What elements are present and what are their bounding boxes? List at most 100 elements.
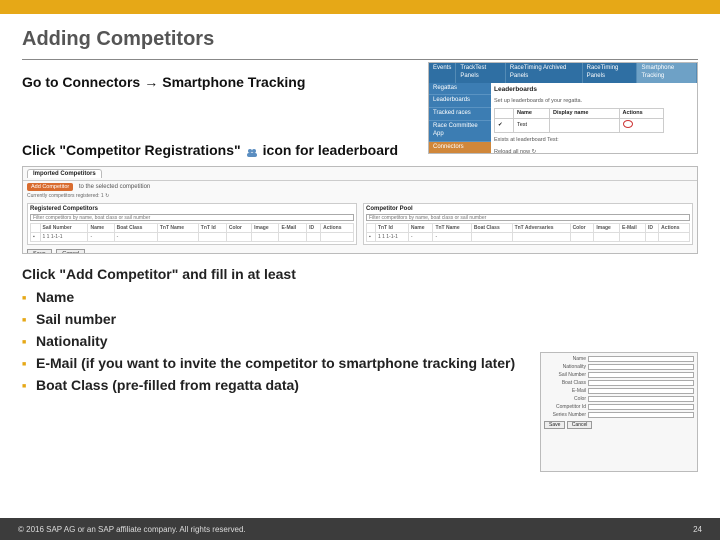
- form-cancel-button[interactable]: Cancel: [567, 421, 593, 429]
- panel-table-left: Sail Number Name Boat Class TnT Name TnT…: [30, 223, 354, 242]
- step1-suffix: Smartphone Tracking: [162, 74, 305, 90]
- series-number-field[interactable]: [588, 412, 694, 418]
- th: Actions: [321, 224, 354, 233]
- td: [252, 233, 279, 242]
- th: TnT Id: [375, 224, 408, 233]
- shot1-tab: RaceTiming Panels: [583, 63, 638, 83]
- sidebar-item: Tracked races: [429, 108, 491, 121]
- td: [321, 233, 354, 242]
- filter-input-right[interactable]: [366, 214, 690, 221]
- td: [570, 233, 594, 242]
- copyright-text: © 2016 SAP AG or an SAP affiliate compan…: [18, 525, 246, 534]
- th: Actions: [619, 109, 664, 119]
- form-label: Series Number: [544, 412, 586, 418]
- form-label: Nationality: [544, 364, 586, 370]
- sail-number-field[interactable]: [588, 372, 694, 378]
- competitor-id-field[interactable]: [588, 404, 694, 410]
- email-field[interactable]: [588, 388, 694, 394]
- screenshot-registrations: Imported Competitors Add Competitor to t…: [22, 166, 698, 254]
- shot2-note: Currently competitors registered: 1 ↻: [23, 193, 697, 201]
- step2-prefix: Click "Competitor Registrations": [22, 142, 241, 158]
- shot2-tab-active: Imported Competitors: [27, 169, 102, 178]
- td: -: [433, 233, 471, 242]
- save-button[interactable]: Save: [27, 249, 52, 254]
- td: [279, 233, 307, 242]
- td: [226, 233, 251, 242]
- th: E-Mail: [620, 224, 646, 233]
- screenshot-connectors: Events TrackTest Panels RaceTiming Archi…: [428, 62, 698, 154]
- th: Boat Class: [114, 224, 157, 233]
- th: Image: [594, 224, 620, 233]
- panel-title: Registered Competitors: [30, 206, 354, 212]
- table-row: ✔ Test: [495, 119, 664, 133]
- form-label: Competitor Id: [544, 404, 586, 410]
- td: [594, 233, 620, 242]
- page-title: Adding Competitors: [22, 28, 698, 51]
- sidebar-item: Race Committee App: [429, 121, 491, 142]
- th: Name: [88, 224, 114, 233]
- td: ✔: [495, 119, 514, 133]
- step3-text: Click "Add Competitor" and fill in at le…: [22, 266, 698, 282]
- th: E-Mail: [279, 224, 307, 233]
- shot1-table: Name Display name Actions ✔ Test: [494, 108, 664, 133]
- add-competitor-button[interactable]: Add Competitor: [27, 183, 73, 191]
- th: Sail Number: [40, 224, 88, 233]
- shot1-reload: Reload all now ↻: [494, 149, 694, 154]
- arrow-icon: →: [144, 74, 158, 90]
- panel-table-right: TnT Id Name TnT Name Boat Class TnT Adve…: [366, 223, 690, 242]
- td: [157, 233, 198, 242]
- th: [367, 224, 376, 233]
- color-field[interactable]: [588, 396, 694, 402]
- shot1-tabs: Events TrackTest Panels RaceTiming Archi…: [429, 63, 697, 83]
- td: -: [408, 233, 433, 242]
- td: [471, 233, 512, 242]
- shot1-subline: Set up leaderboards of your regatta.: [494, 98, 694, 105]
- form-label: Color: [544, 396, 586, 402]
- sidebar-item-connectors: Connectors: [429, 142, 491, 154]
- name-field[interactable]: [588, 356, 694, 362]
- sidebar-item: Leaderboards: [429, 95, 491, 108]
- filter-input-left[interactable]: [30, 214, 354, 221]
- sidebar-item: Regattas: [429, 83, 491, 96]
- panel-registered: Registered Competitors Sail Number Name …: [27, 203, 357, 245]
- nationality-field[interactable]: [588, 364, 694, 370]
- step2-suffix: icon for leaderboard: [263, 142, 398, 158]
- td: [620, 233, 646, 242]
- td: [659, 233, 690, 242]
- form-label: E-Mail: [544, 388, 586, 394]
- th: Actions: [659, 224, 690, 233]
- th: Display name: [549, 109, 619, 119]
- table-row: ▪ 1 1 1-1-1 - -: [367, 233, 690, 242]
- td: ▪: [367, 233, 376, 242]
- form-label: Sail Number: [544, 372, 586, 378]
- shot1-tab: Events: [429, 63, 456, 83]
- panel-pool: Competitor Pool TnT Id Name TnT Name Boa…: [363, 203, 693, 245]
- add-competitor-caption: to the selected competition: [79, 184, 150, 190]
- form-save-button[interactable]: Save: [544, 421, 565, 429]
- shot1-tab: TrackTest Panels: [456, 63, 506, 83]
- td: -: [114, 233, 157, 242]
- form-label: Name: [544, 356, 586, 362]
- td: [512, 233, 570, 242]
- th: TnT Name: [157, 224, 198, 233]
- th: Name: [408, 224, 433, 233]
- th: Color: [226, 224, 251, 233]
- boat-class-field[interactable]: [588, 380, 694, 386]
- th: ID: [307, 224, 321, 233]
- th: Name: [514, 109, 550, 119]
- shot1-tab: RaceTiming Archived Panels: [506, 63, 583, 83]
- shot1-sidebar: Regattas Leaderboards Tracked races Race…: [429, 83, 491, 154]
- table-row: ▪ 1 1 1-1-1 - -: [31, 233, 354, 242]
- th: TnT Adversaries: [512, 224, 570, 233]
- step1-prefix: Go to Connectors: [22, 74, 140, 90]
- shot1-tab-active: Smartphone Tracking: [637, 63, 697, 83]
- cancel-button[interactable]: Cancel: [56, 249, 85, 254]
- td: [198, 233, 226, 242]
- td: 1 1 1-1-1: [375, 233, 408, 242]
- td: [549, 119, 619, 133]
- th: Boat Class: [471, 224, 512, 233]
- td: -: [88, 233, 114, 242]
- page-number: 24: [693, 525, 702, 534]
- panel-title: Competitor Pool: [366, 206, 690, 212]
- td: [646, 233, 659, 242]
